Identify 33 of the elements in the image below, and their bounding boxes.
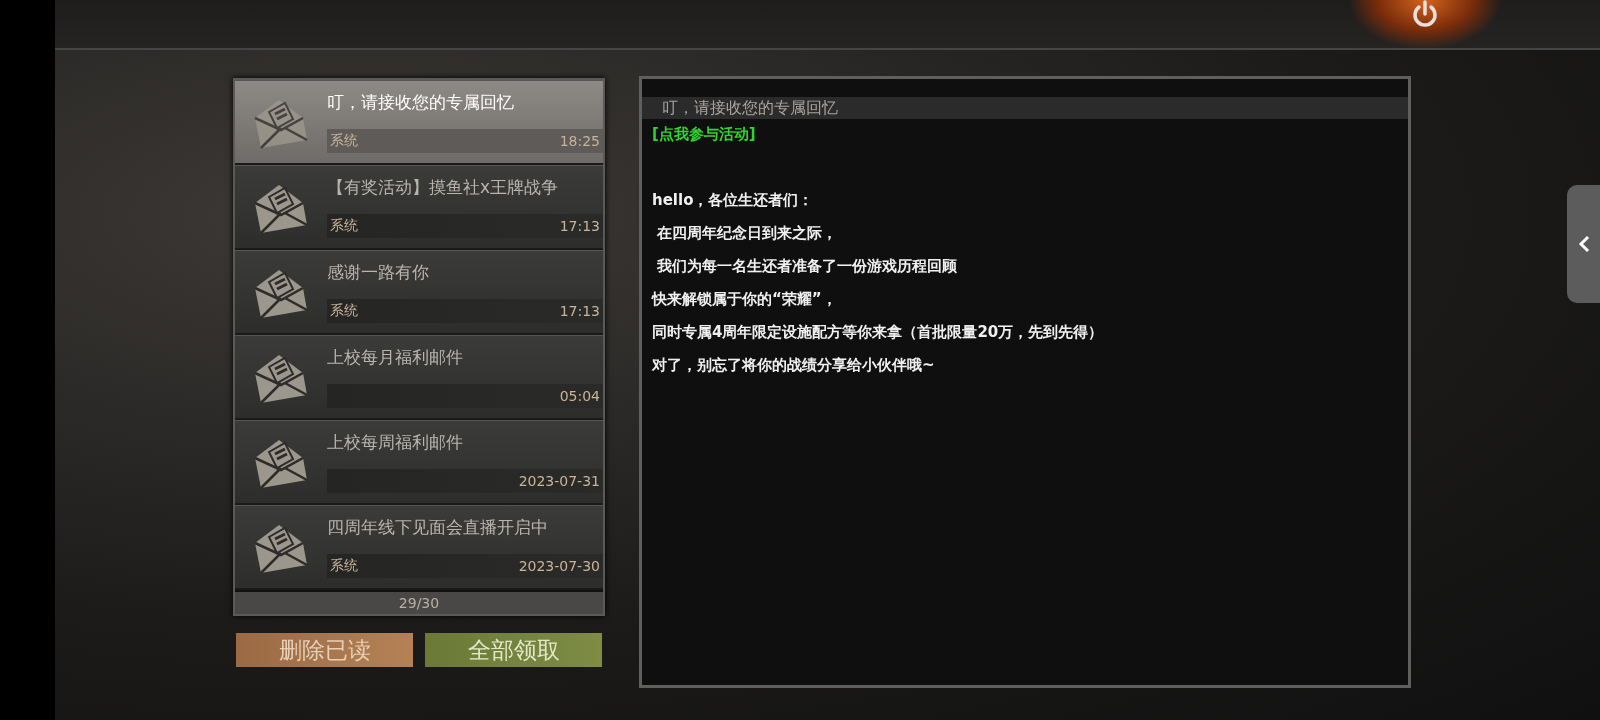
mail-title: 上校每月福利邮件 xyxy=(327,346,464,369)
mail-time: 17:13 xyxy=(559,218,600,234)
message-line: 快来解锁属于你的“荣耀”， xyxy=(652,290,838,310)
mail-title: 上校每周福利邮件 xyxy=(327,431,464,454)
mail-item[interactable]: 四周年线下见面会直播开启中 系统 2023-07-30 xyxy=(235,505,603,588)
mail-time: 2023-07-31 xyxy=(518,473,600,489)
message-line: 对了，别忘了将你的战绩分享给小伙伴哦~ xyxy=(652,356,936,376)
message-line: 我们为每一名生还者准备了一份游戏历程回顾 xyxy=(656,257,959,277)
mail-item[interactable]: 【有奖活动】摸鱼社x王牌战争 系统 17:13 xyxy=(235,165,603,248)
mail-sender: 系统 xyxy=(330,132,358,150)
mail-title: 感谢一路有你 xyxy=(327,261,430,284)
mail-sender: 系统 xyxy=(330,557,358,575)
mail-time: 05:04 xyxy=(559,388,600,404)
message-title: 叮，请接收您的专属回忆 xyxy=(642,97,1408,119)
activity-link[interactable]: [点我参与活动] xyxy=(652,125,1398,158)
mail-time: 17:13 xyxy=(559,303,600,319)
mail-count: 29/30 xyxy=(235,590,603,614)
mail-sender: 系统 xyxy=(330,217,358,235)
message-line: 在四周年纪念日到来之际， xyxy=(656,224,839,244)
mail-title: 四周年线下见面会直播开启中 xyxy=(327,516,549,539)
mail-title: 叮，请接收您的专属回忆 xyxy=(327,91,515,114)
message-line: hello，各位生还者们： xyxy=(652,191,815,211)
mail-item[interactable]: 叮，请接收您的专属回忆 系统 18:25 xyxy=(235,80,603,163)
mail-time: 18:25 xyxy=(559,133,600,149)
mail-item[interactable]: 上校每月福利邮件 05:04 xyxy=(235,335,603,418)
mail-item[interactable]: 感谢一路有你 系统 17:13 xyxy=(235,250,603,333)
mail-sender: 系统 xyxy=(330,302,358,320)
power-icon[interactable] xyxy=(1411,0,1439,30)
chevron-left-icon xyxy=(1577,234,1590,254)
mail-item[interactable]: 上校每周福利邮件 2023-07-31 xyxy=(235,420,603,503)
mail-time: 2023-07-30 xyxy=(518,558,600,574)
message-line: 同时专属4周年限定设施配方等你来拿（首批限量20万，先到先得） xyxy=(652,323,1105,343)
mail-title: 【有奖活动】摸鱼社x王牌战争 xyxy=(327,176,560,199)
